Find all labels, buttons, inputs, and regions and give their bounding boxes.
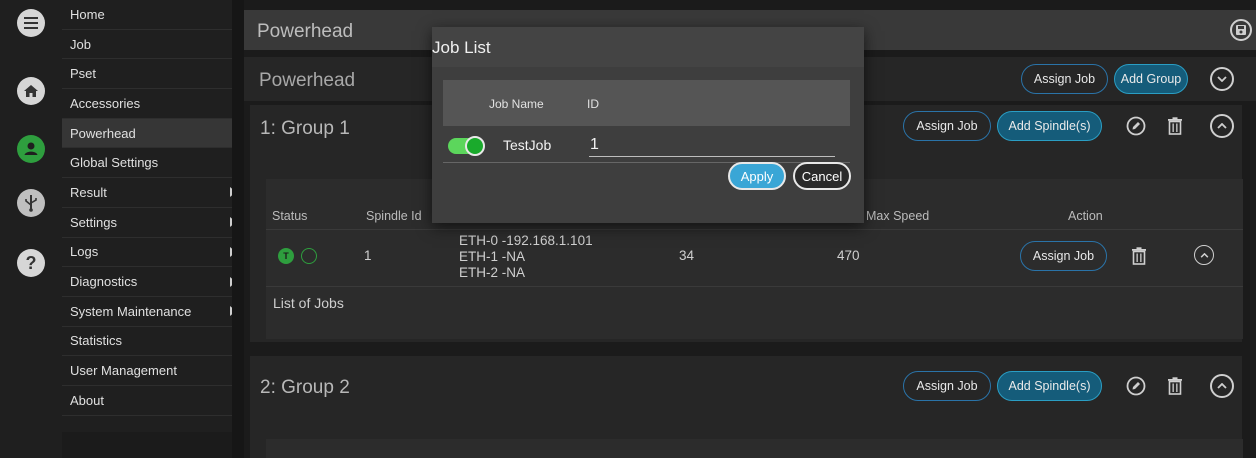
column-header-id: ID bbox=[587, 97, 599, 111]
sidebar-item-logs[interactable]: Logs bbox=[62, 238, 244, 268]
sidebar-item-diagnostics[interactable]: Diagnostics bbox=[62, 267, 244, 297]
status-connected-icon: T bbox=[278, 248, 294, 264]
sidebar-item-powerhead[interactable]: Powerhead bbox=[62, 118, 244, 149]
home-icon[interactable] bbox=[17, 77, 45, 105]
page-title: Powerhead bbox=[257, 21, 354, 42]
sidebar-item-user-management[interactable]: User Management bbox=[62, 356, 244, 386]
eth2-address: ETH-2 -NA bbox=[459, 265, 526, 280]
sidebar-item-home[interactable]: Home bbox=[62, 0, 244, 30]
menu-separator bbox=[232, 0, 244, 458]
help-icon[interactable]: ? bbox=[17, 249, 45, 277]
group-title: 1: Group 1 bbox=[260, 118, 350, 139]
chevron-up-icon[interactable] bbox=[1210, 374, 1234, 398]
column-header-action: Action bbox=[1068, 209, 1103, 223]
table-row: T 1 ETH-0 -192.168.1.101 ETH-1 -NA ETH-2… bbox=[266, 229, 1243, 287]
sidebar-item-settings[interactable]: Settings bbox=[62, 208, 244, 238]
column-header-job-name: Job Name bbox=[489, 97, 544, 111]
usb-icon[interactable] bbox=[17, 189, 45, 217]
sidebar-item-label: User Management bbox=[70, 363, 177, 379]
group-title: 2: Group 2 bbox=[260, 377, 350, 398]
assign-job-button[interactable]: Assign Job bbox=[1021, 64, 1108, 94]
row-divider bbox=[443, 162, 850, 163]
add-group-button[interactable]: Add Group bbox=[1114, 64, 1188, 94]
spindle-table bbox=[266, 439, 1243, 458]
column-header-max-speed: Max Speed bbox=[866, 209, 930, 223]
status-power-icon bbox=[301, 248, 317, 264]
job-list-dialog: Job List Job Name ID TestJob Apply Cance… bbox=[432, 27, 864, 223]
column-header-status: Status bbox=[272, 209, 308, 223]
assign-job-button[interactable]: Assign Job bbox=[903, 111, 991, 141]
edit-icon[interactable] bbox=[1124, 374, 1148, 398]
toggle-knob bbox=[465, 136, 485, 156]
add-spindle-button[interactable]: Add Spindle(s) bbox=[997, 371, 1102, 401]
menu-icon[interactable] bbox=[17, 9, 45, 37]
column-header-spindle-id: Spindle Id bbox=[366, 209, 422, 223]
sidebar-item-label: System Maintenance bbox=[70, 303, 192, 319]
sidebar-item-label: Global Settings bbox=[70, 155, 159, 171]
sidebar-item-label: About bbox=[70, 392, 104, 408]
sidebar-item-global-settings[interactable]: Global Settings bbox=[62, 148, 244, 179]
sidebar-item-label: Result bbox=[70, 184, 107, 200]
icon-rail: ? bbox=[0, 0, 62, 458]
user-icon[interactable] bbox=[17, 135, 45, 163]
section-title: Powerhead bbox=[259, 70, 356, 91]
max-speed-value: 470 bbox=[837, 248, 860, 263]
add-spindle-button[interactable]: Add Spindle(s) bbox=[997, 111, 1102, 141]
eth1-address: ETH-1 -NA bbox=[459, 249, 526, 264]
trash-icon[interactable] bbox=[1163, 114, 1187, 138]
sidebar-item-job[interactable]: Job bbox=[62, 30, 244, 60]
trash-icon[interactable] bbox=[1163, 374, 1187, 398]
list-of-jobs-label: List of Jobs bbox=[273, 295, 344, 311]
group-card: 2: Group 2 Assign Job Add Spindle(s) bbox=[250, 356, 1243, 458]
sidebar-item-label: Job bbox=[70, 36, 91, 52]
cancel-button[interactable]: Cancel bbox=[793, 162, 851, 190]
chevron-up-icon[interactable] bbox=[1210, 114, 1234, 138]
row-assign-job-button[interactable]: Assign Job bbox=[1020, 241, 1107, 271]
sidebar-item-label: Accessories bbox=[70, 95, 141, 111]
job-enable-toggle[interactable] bbox=[448, 136, 485, 156]
sidebar-item-label: Logs bbox=[70, 244, 99, 260]
sidebar-item-system-maintenance[interactable]: System Maintenance bbox=[62, 297, 244, 327]
sidebar-item-label: Powerhead bbox=[70, 125, 136, 141]
sidebar-item-accessories[interactable]: Accessories bbox=[62, 89, 244, 119]
sidebar-item-label: Settings bbox=[70, 214, 117, 230]
save-icon[interactable] bbox=[1230, 19, 1252, 41]
job-list-header: Job Name ID bbox=[443, 80, 850, 126]
side-menu: Home Job Pset Accessories Powerhead Global Se… bbox=[62, 0, 244, 432]
sidebar-item-label: Statistics bbox=[70, 333, 123, 349]
dialog-title: Job List bbox=[432, 38, 491, 57]
spindle-value: 34 bbox=[679, 248, 695, 263]
sidebar-item-label: Pset bbox=[70, 66, 97, 82]
row-chevron-up-icon[interactable] bbox=[1194, 245, 1214, 265]
eth0-address: ETH-0 -192.168.1.101 bbox=[459, 233, 593, 248]
row-trash-icon[interactable] bbox=[1127, 244, 1151, 268]
sidebar-item-label: Diagnostics bbox=[70, 274, 138, 290]
edit-icon[interactable] bbox=[1124, 114, 1148, 138]
apply-button[interactable]: Apply bbox=[728, 162, 786, 190]
sidebar-item-label: Home bbox=[70, 6, 105, 22]
sidebar-item-statistics[interactable]: Statistics bbox=[62, 327, 244, 357]
sidebar-item-about[interactable]: About bbox=[62, 386, 244, 416]
sidebar-item-pset[interactable]: Pset bbox=[62, 59, 244, 90]
sidebar-item-result[interactable]: Result bbox=[62, 178, 244, 208]
assign-job-button[interactable]: Assign Job bbox=[903, 371, 991, 401]
job-id-field[interactable] bbox=[589, 133, 835, 157]
job-name-value: TestJob bbox=[503, 137, 552, 153]
dialog-header: Job List bbox=[432, 27, 864, 67]
chevron-down-icon[interactable] bbox=[1210, 67, 1234, 91]
spindle-id: 1 bbox=[364, 248, 372, 263]
